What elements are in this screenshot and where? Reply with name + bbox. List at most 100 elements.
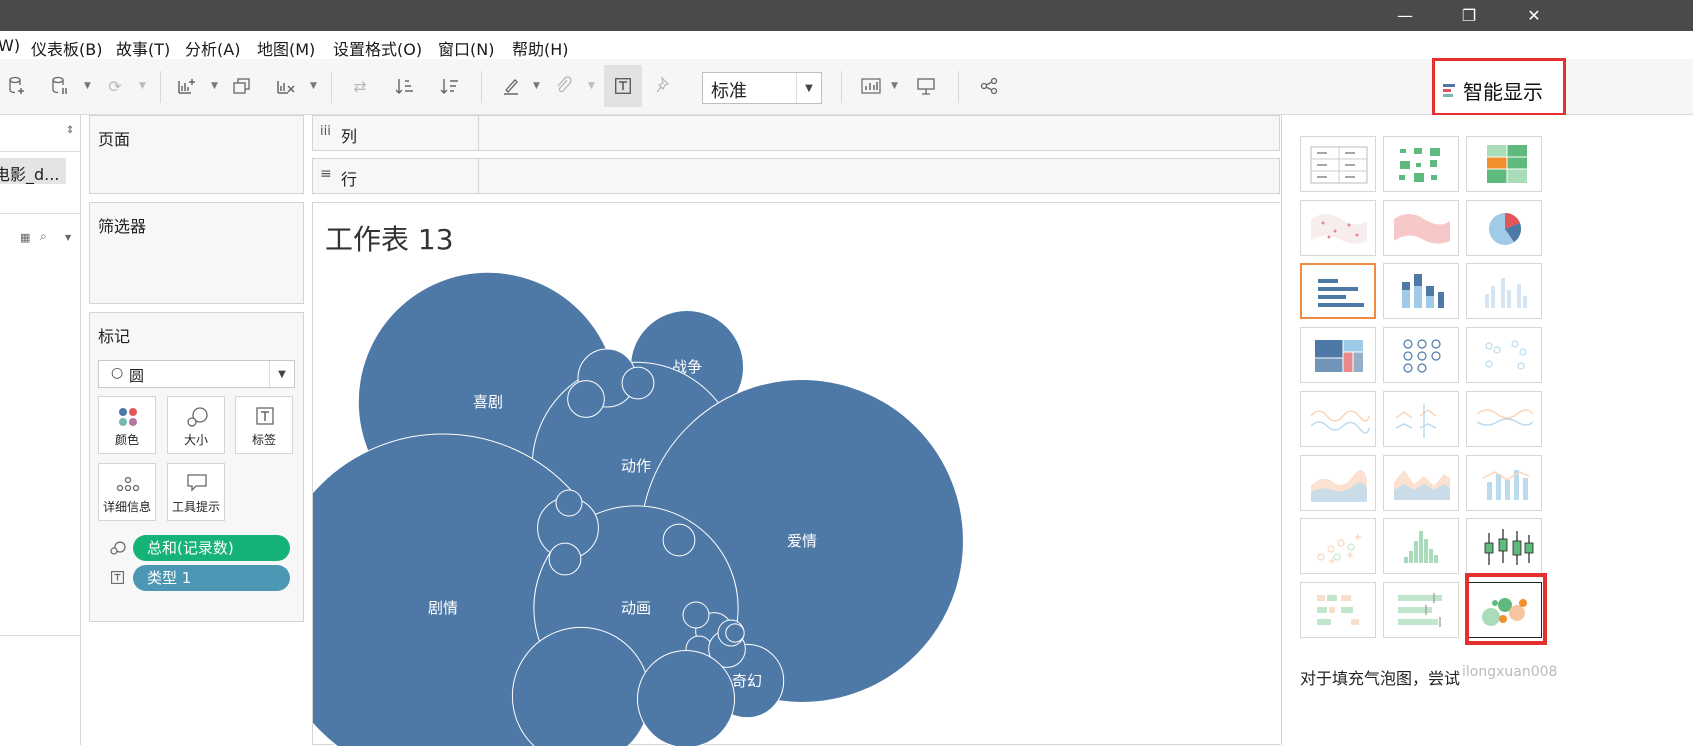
- size-icon: [110, 541, 126, 555]
- show-me-area-continuous-button[interactable]: [1300, 454, 1376, 511]
- chevron-down-icon[interactable]: ▼: [891, 81, 898, 91]
- show-me-highlight-table-button[interactable]: [1466, 136, 1542, 192]
- menu-window[interactable]: 窗口(N): [438, 36, 494, 60]
- treemap-icon: [1315, 340, 1363, 373]
- show-me-button[interactable]: 智能显示: [1432, 58, 1566, 116]
- bubble[interactable]: [725, 623, 745, 643]
- datasource-item[interactable]: 电影_d...: [0, 158, 66, 184]
- circle-icon: ○: [111, 365, 124, 381]
- bubble[interactable]: [636, 649, 736, 746]
- bubble[interactable]: [567, 380, 605, 418]
- menu-story[interactable]: 故事(T): [116, 36, 170, 60]
- group-members-icon[interactable]: [551, 73, 577, 99]
- side-by-side-circles-icon: [1485, 340, 1527, 370]
- show-cards-icon[interactable]: [858, 73, 884, 99]
- bubble[interactable]: [548, 542, 582, 576]
- sort-fields-icon[interactable]: ⇕: [66, 125, 74, 136]
- type-pill[interactable]: 类型 1: [133, 565, 290, 591]
- new-datasource-icon[interactable]: [4, 73, 30, 99]
- clear-sheet-icon[interactable]: [273, 73, 299, 99]
- mark-type-value: 圆: [129, 367, 145, 385]
- heat-map-icon: [1399, 148, 1440, 182]
- chevron-down-icon[interactable]: ▼: [796, 73, 821, 103]
- highlight-pen-icon[interactable]: [498, 73, 524, 99]
- fit-size-dropdown[interactable]: 标准 ▼: [702, 72, 822, 104]
- bubble-label: 动画: [621, 599, 651, 617]
- show-mark-labels-button[interactable]: [604, 65, 642, 107]
- show-me-heat-map-button[interactable]: [1383, 136, 1459, 192]
- columns-shelf[interactable]: iii 列: [312, 115, 1280, 151]
- restore-icon[interactable]: ❐: [1446, 0, 1492, 31]
- chevron-down-icon[interactable]: ▼: [533, 81, 540, 91]
- sum-records-pill[interactable]: 总和(记录数): [133, 535, 290, 561]
- marks-title: 标记: [98, 327, 131, 346]
- tooltip-button[interactable]: 工具提示: [167, 463, 225, 521]
- show-me-horizontal-bars-button[interactable]: [1300, 263, 1376, 320]
- pause-updates-icon[interactable]: [47, 73, 73, 99]
- duplicate-sheet-icon[interactable]: [229, 73, 255, 99]
- rows-shelf[interactable]: ≡ 行: [312, 158, 1280, 194]
- menu-dashboard[interactable]: 仪表板(B): [31, 36, 102, 60]
- show-me-stacked-bars-button[interactable]: [1383, 263, 1459, 320]
- show-me-text-table-button[interactable]: [1300, 136, 1376, 192]
- show-me-area-discrete-button[interactable]: [1383, 454, 1459, 511]
- view-as-list-icon[interactable]: ▦: [20, 231, 30, 244]
- show-me-bullet-graph-button[interactable]: [1383, 581, 1459, 638]
- size-icon: [187, 407, 208, 427]
- chevron-down-icon[interactable]: ▼: [310, 81, 317, 91]
- chevron-down-icon[interactable]: ▼: [139, 81, 146, 91]
- color-button[interactable]: 颜色: [98, 396, 156, 454]
- chevron-down-icon[interactable]: ▼: [65, 233, 71, 242]
- menu-map[interactable]: 地图(M): [257, 36, 315, 60]
- show-me-gantt-chart-button[interactable]: [1300, 581, 1376, 638]
- filters-card[interactable]: 筛选器: [89, 202, 304, 304]
- close-icon[interactable]: ✕: [1511, 0, 1557, 31]
- show-me-box-whisker-button[interactable]: [1466, 518, 1542, 575]
- color-label: 颜色: [114, 433, 139, 447]
- show-me-symbol-map-button[interactable]: [1300, 199, 1376, 256]
- menu-help[interactable]: 帮助(H): [512, 36, 569, 60]
- bubble[interactable]: [555, 489, 583, 517]
- sort-ascending-icon[interactable]: [392, 73, 418, 99]
- bubble[interactable]: [662, 523, 696, 557]
- new-worksheet-icon[interactable]: [174, 73, 200, 99]
- detail-button[interactable]: 详细信息: [98, 463, 156, 521]
- show-me-circle-views-button[interactable]: [1383, 327, 1459, 384]
- fix-axes-icon[interactable]: [651, 73, 677, 99]
- show-me-filled-map-button[interactable]: [1383, 199, 1459, 256]
- menu-worksheet[interactable]: W): [0, 36, 20, 55]
- show-me-dual-combination-button[interactable]: [1466, 454, 1542, 511]
- bubble[interactable]: [621, 366, 655, 400]
- size-button[interactable]: 大小: [167, 396, 225, 454]
- menu-analysis[interactable]: 分析(A): [185, 36, 240, 60]
- swap-rows-columns-icon[interactable]: ⇄: [347, 73, 373, 99]
- mark-type-dropdown[interactable]: ○ 圆 ▼: [98, 360, 295, 388]
- symbol-map-icon: [1311, 213, 1367, 244]
- chevron-down-icon[interactable]: ▼: [269, 361, 294, 387]
- show-me-scatter-plot-button[interactable]: [1300, 518, 1376, 575]
- share-icon[interactable]: [976, 73, 1002, 99]
- sort-descending-icon[interactable]: [437, 73, 463, 99]
- presentation-mode-icon[interactable]: [913, 73, 939, 99]
- show-me-hint: 对于填充气泡图，尝试: [1300, 669, 1461, 688]
- show-me-side-by-side-circles-button[interactable]: [1466, 327, 1542, 384]
- minimize-icon[interactable]: —: [1382, 0, 1428, 31]
- menu-format[interactable]: 设置格式(O): [333, 36, 422, 60]
- chevron-down-icon[interactable]: ▼: [211, 81, 218, 91]
- dual-combination-icon: [1482, 469, 1530, 500]
- show-me-histogram-button[interactable]: [1383, 518, 1459, 575]
- show-me-dual-lines-button[interactable]: [1466, 390, 1542, 447]
- show-me-pie-chart-button[interactable]: [1466, 199, 1542, 256]
- show-me-treemap-button[interactable]: [1300, 327, 1376, 384]
- chevron-down-icon[interactable]: ▼: [84, 81, 91, 91]
- show-me-discrete-lines-button[interactable]: [1383, 390, 1459, 447]
- refresh-icon[interactable]: ⟳: [102, 73, 128, 99]
- label-button[interactable]: 标签: [235, 396, 293, 454]
- bubble[interactable]: [682, 601, 710, 629]
- search-icon[interactable]: ⌕: [40, 229, 47, 244]
- pages-card[interactable]: 页面: [89, 115, 304, 194]
- show-me-side-by-side-bars-button[interactable]: [1466, 263, 1542, 320]
- show-me-continuous-lines-button[interactable]: [1300, 390, 1376, 447]
- title-bar: — ❐ ✕: [0, 0, 1693, 31]
- chevron-down-icon[interactable]: ▼: [588, 81, 595, 91]
